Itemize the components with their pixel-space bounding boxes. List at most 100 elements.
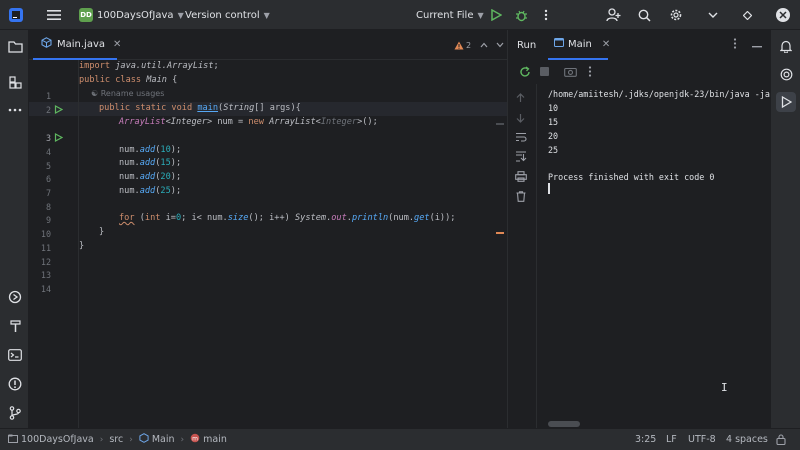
console-line: 10 — [548, 103, 559, 113]
build-hammer-icon[interactable] — [5, 316, 25, 336]
app-logo-icon[interactable] — [8, 0, 24, 30]
code-line-4: ArrayList<Integer> num = new ArrayList<I… — [119, 117, 378, 127]
project-badge: DD — [79, 8, 93, 22]
console-command: /home/amiitesh/.jdks/openjdk-23/bin/java… — [548, 89, 775, 99]
warning-stripe-mark[interactable] — [496, 232, 504, 234]
more-icon[interactable] — [588, 66, 592, 80]
breadcrumb-project[interactable]: 100DaysOfJava — [21, 434, 94, 445]
java-class-icon — [41, 37, 52, 51]
tab-run-main[interactable]: Main ✕ — [548, 30, 610, 60]
console-finish-message: Process finished with exit code 0 — [548, 172, 715, 182]
breadcrumb-main-method[interactable]: main — [203, 434, 227, 445]
diamond-icon[interactable] — [743, 0, 752, 30]
people-icon: ☯ — [91, 89, 101, 98]
project-selector[interactable]: DD 100DaysOfJava ▼ — [79, 0, 184, 30]
search-icon[interactable] — [638, 0, 651, 30]
line-number: 5 — [45, 161, 51, 171]
console-line: 25 — [548, 145, 559, 155]
code-editor[interactable]: Main.java ✕ 2 1 2 3 4 5 6 7 8 9 10 11 12… — [29, 30, 507, 428]
close-icon[interactable]: ✕ — [602, 39, 610, 50]
caret-position[interactable]: 3:25 — [635, 434, 656, 445]
stop-icon[interactable] — [540, 67, 550, 80]
horizontal-scrollbar[interactable] — [548, 421, 580, 427]
breadcrumb-main-class[interactable]: Main — [152, 434, 175, 445]
code-line-9: num.add(25); — [119, 186, 182, 196]
title-bar: DD 100DaysOfJava ▼ Version control ▼ Cur… — [0, 0, 800, 30]
chevron-down-icon[interactable] — [496, 40, 504, 51]
tab-label: Main.java — [57, 38, 106, 50]
run-tab-label: Main — [568, 38, 592, 50]
run-tool-window: Run Main ✕ /home/amiitesh/.jdks/openjdk-… — [507, 30, 775, 428]
line-number: 7 — [45, 188, 51, 198]
file-encoding[interactable]: UTF-8 — [688, 434, 716, 445]
tab-main-java[interactable]: Main.java ✕ — [33, 30, 121, 60]
chevron-down-icon[interactable] — [708, 0, 718, 30]
project-name: 100DaysOfJava — [97, 9, 174, 21]
add-user-icon[interactable] — [606, 0, 621, 30]
problems-icon[interactable] — [5, 374, 25, 394]
notifications-icon[interactable] — [776, 36, 796, 56]
module-icon — [8, 434, 18, 446]
debug-icon[interactable] — [515, 0, 528, 30]
code-area[interactable]: import java.util.ArrayList; public class… — [79, 60, 507, 428]
run-gutter-icon[interactable] — [54, 104, 64, 117]
run-gutter-icon[interactable] — [54, 132, 64, 145]
minimize-icon[interactable] — [752, 40, 762, 51]
lock-icon[interactable] — [776, 434, 786, 448]
vcs-label: Version control — [185, 9, 260, 21]
rerun-icon[interactable] — [519, 66, 531, 81]
line-number: 2 — [45, 105, 51, 115]
more-icon[interactable] — [775, 0, 791, 30]
code-line-13: } — [79, 241, 85, 251]
camera-icon[interactable] — [564, 66, 577, 80]
run-icon[interactable] — [490, 0, 502, 30]
breadcrumb-src[interactable]: src — [109, 434, 123, 445]
vcs-selector[interactable]: Version control ▼ — [185, 0, 270, 30]
line-number: 3 — [45, 133, 51, 143]
method-icon: m — [190, 433, 200, 446]
run-header: Run Main ✕ — [508, 30, 771, 60]
run-config-selector[interactable]: Current File ▼ — [416, 0, 484, 30]
chevron-down-icon: ▼ — [477, 10, 484, 20]
run-divider — [536, 84, 537, 428]
line-number: 12 — [40, 257, 51, 267]
code-line-7: num.add(15); — [119, 158, 182, 168]
console-icon — [554, 38, 564, 50]
folder-icon[interactable] — [5, 36, 25, 56]
rename-usages-hint[interactable]: ☯ Rename usages — [91, 87, 164, 100]
chevron-up-icon[interactable] — [480, 40, 488, 51]
run-tool-icon[interactable] — [776, 92, 796, 112]
chevron-down-icon: ▼ — [177, 10, 184, 20]
warning-icon — [454, 41, 464, 49]
trash-icon[interactable] — [516, 191, 526, 205]
run-title[interactable]: Run — [517, 40, 536, 51]
terminal-icon[interactable] — [5, 345, 25, 365]
ai-assistant-icon[interactable] — [776, 64, 796, 84]
git-branch-icon[interactable] — [5, 403, 25, 423]
console-line: 20 — [548, 131, 559, 141]
more-horizontal-icon[interactable] — [5, 100, 25, 120]
arrow-down-icon[interactable] — [516, 113, 525, 126]
scroll-to-end-icon[interactable] — [515, 151, 527, 165]
structure-icon[interactable] — [5, 72, 25, 92]
right-tool-strip — [770, 30, 800, 428]
close-icon[interactable]: ✕ — [113, 39, 121, 50]
svg-text:m: m — [192, 436, 198, 443]
services-icon[interactable] — [5, 287, 25, 307]
indent-setting[interactable]: 4 spaces — [726, 434, 768, 445]
run-config-label: Current File — [416, 9, 474, 21]
console-output[interactable]: /home/amiitesh/.jdks/openjdk-23/bin/java… — [548, 84, 775, 414]
more-icon[interactable] — [544, 0, 548, 30]
code-line-3: public static void main(String[] args){ — [99, 103, 301, 113]
editor-tab-strip: Main.java ✕ 2 — [29, 30, 507, 60]
arrow-up-icon[interactable] — [516, 93, 525, 106]
hamburger-menu-icon[interactable] — [47, 0, 61, 30]
line-number: 14 — [40, 284, 51, 294]
settings-icon[interactable] — [669, 0, 683, 30]
soft-wrap-icon[interactable] — [515, 132, 527, 145]
print-icon[interactable] — [515, 171, 527, 185]
line-separator[interactable]: LF — [666, 434, 677, 445]
more-icon[interactable] — [733, 38, 737, 52]
status-bar: 100DaysOfJava › src › Main › m main 3:25… — [0, 428, 800, 450]
inspection-widget[interactable]: 2 — [454, 30, 504, 60]
